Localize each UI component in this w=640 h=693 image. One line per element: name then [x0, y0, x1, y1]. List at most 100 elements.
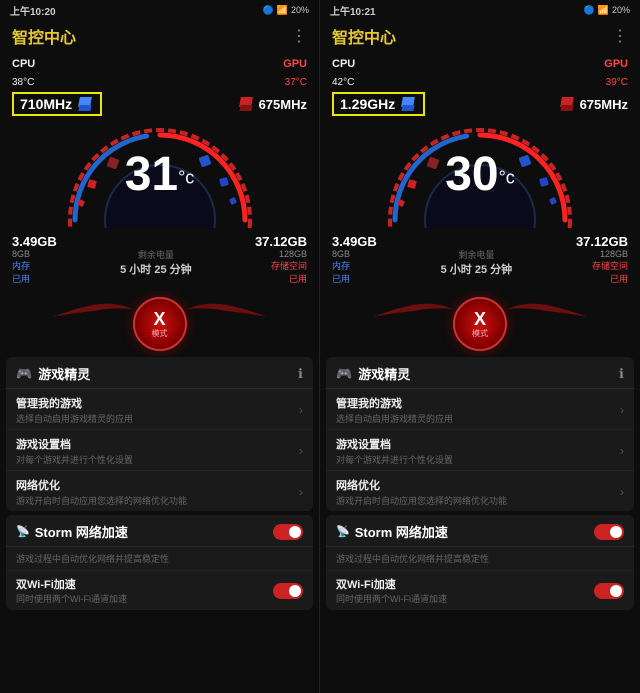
right-gpu-temp: 39°C: [606, 77, 628, 88]
left-x-mode-button[interactable]: X 模式: [133, 297, 187, 351]
left-gauge-area: 31°c: [12, 120, 307, 230]
right-chevron-1: ›: [620, 403, 624, 417]
left-storm-main-item: 游戏过程中自动优化网络并提高稳定性: [6, 547, 313, 571]
right-battery-time: 5 小时 25 分钟: [441, 261, 513, 277]
right-storm-toggle[interactable]: [594, 524, 624, 540]
right-network-opt-item[interactable]: 网络优化 游戏开启时自动应用您选择的网络优化功能 ›: [326, 471, 634, 511]
right-red-cube-icon: [558, 97, 576, 111]
right-manage-games-item[interactable]: 管理我的游戏 选择自动启用游戏精灵的应用 ›: [326, 389, 634, 430]
right-dual-wifi-toggle[interactable]: [594, 583, 624, 599]
left-phone-panel: 上午10:20 🔵 📶 20% 智控中心 ⋮ CPU 38°C GPU 37°C: [0, 0, 320, 693]
left-storm-title-row: 📡 Storm 网络加速: [16, 522, 128, 541]
left-mem-used: 3.49GB: [12, 234, 57, 249]
left-temp-display: 31°c: [125, 151, 195, 199]
left-gpu-label: GPU: [283, 58, 307, 70]
right-game-settings-item[interactable]: 游戏设置档 对每个游戏并进行个性化设置 ›: [326, 430, 634, 471]
left-x-label: 模式: [152, 328, 168, 339]
right-freq-row: 1.29GHz 675MHz: [332, 92, 628, 116]
left-network-opt-item[interactable]: 网络优化 游戏开启时自动应用您选择的网络优化功能 ›: [6, 471, 313, 511]
left-game-settings-title: 游戏设置档: [16, 436, 133, 452]
right-temperature: 30: [445, 148, 498, 201]
right-gpu-label: GPU: [604, 58, 628, 70]
left-cpu-section: CPU 38°C: [12, 54, 35, 90]
right-header: 智控中心 ⋮: [320, 20, 640, 50]
right-dual-wifi-desc: 同时使用两个Wi-Fi通道加速: [336, 592, 447, 605]
right-memory-block: 3.49GB 8GB 内存 已用: [332, 234, 377, 285]
right-status-bar: 上午10:21 🔵 📶 20%: [320, 0, 640, 20]
right-dual-wifi-title: 双Wi-Fi加速: [336, 576, 447, 592]
left-mem-label2: 已用: [12, 272, 57, 285]
right-wifi-icon: 📶: [598, 5, 609, 16]
left-game-fairy-title-row: 🎮 游戏精灵: [16, 364, 90, 383]
left-game-settings-item[interactable]: 游戏设置档 对每个游戏并进行个性化设置 ›: [6, 430, 313, 471]
right-x-mode-button[interactable]: X 模式: [453, 297, 507, 351]
left-info-icon[interactable]: ℹ: [298, 366, 303, 382]
left-memory-row: 3.49GB 8GB 内存 已用 剩余电量 5 小时 25 分钟 37.12GB…: [12, 234, 307, 285]
left-dual-wifi-desc: 同时使用两个Wi-Fi通道加速: [16, 592, 127, 605]
right-mem-used: 3.49GB: [332, 234, 377, 249]
left-status-bar: 上午10:20 🔵 📶 20%: [0, 0, 319, 20]
left-bluetooth-icon: 🔵: [263, 5, 274, 16]
right-storage-used: 37.12GB: [576, 234, 628, 249]
left-storage-block: 37.12GB 128GB 存储空间 已用: [255, 234, 307, 285]
right-game-fairy-title: 游戏精灵: [358, 364, 410, 383]
left-game-fairy-header: 🎮 游戏精灵 ℹ: [6, 357, 313, 389]
right-menu-button[interactable]: ⋮: [612, 26, 628, 46]
left-dual-wifi-toggle[interactable]: [273, 583, 303, 599]
right-mem-label2: 已用: [332, 272, 377, 285]
right-info-icon[interactable]: ℹ: [619, 366, 624, 382]
right-cpu-label: CPU: [332, 58, 355, 70]
left-manage-games-desc: 选择自动启用游戏精灵的应用: [16, 412, 133, 425]
right-phone-panel: 上午10:21 🔵 📶 20% 智控中心 ⋮ CPU 42°C GPU 39°C: [320, 0, 640, 693]
left-chevron-3: ›: [299, 485, 303, 499]
right-gpu-freq: 675MHz: [580, 97, 628, 112]
right-x-label: 模式: [472, 328, 488, 339]
right-mem-label: 内存: [332, 259, 377, 272]
left-chevron-2: ›: [299, 444, 303, 458]
left-cpu-gpu-row: CPU 38°C GPU 37°C: [12, 54, 307, 90]
left-gpu-freq: 675MHz: [259, 97, 307, 112]
right-header-title: 智控中心: [332, 24, 396, 48]
right-storm-main-desc: 游戏过程中自动优化网络并提高稳定性: [336, 552, 489, 565]
left-manage-games-item[interactable]: 管理我的游戏 选择自动启用游戏精灵的应用 ›: [6, 389, 313, 430]
right-cpu-freq: 1.29GHz: [340, 96, 395, 112]
left-blue-cube-icon: [76, 97, 94, 111]
left-gpu-section: GPU 37°C: [283, 54, 307, 90]
right-temp-unit: °c: [499, 168, 515, 188]
right-manage-games-desc: 选择自动启用游戏精灵的应用: [336, 412, 453, 425]
left-storage-label2: 已用: [255, 272, 307, 285]
left-dual-wifi-item[interactable]: 双Wi-Fi加速 同时使用两个Wi-Fi通道加速: [6, 571, 313, 610]
right-network-opt-title: 网络优化: [336, 477, 507, 493]
right-storm-wifi-icon: 📡: [336, 525, 350, 538]
left-x-icon: X: [153, 310, 165, 328]
left-manage-games-title: 管理我的游戏: [16, 395, 133, 411]
left-network-opt-title: 网络优化: [16, 477, 187, 493]
right-status-icons: 🔵 📶 20%: [584, 5, 630, 16]
right-network-opt-desc: 游戏开启时自动应用您选择的网络优化功能: [336, 494, 507, 507]
left-menu-button[interactable]: ⋮: [291, 26, 307, 46]
right-storm-main-item: 游戏过程中自动优化网络并提高稳定性: [326, 547, 634, 571]
right-storage-block: 37.12GB 128GB 存储空间 已用: [576, 234, 628, 285]
right-storm-title: Storm 网络加速: [355, 522, 448, 541]
left-mem-total: 8GB: [12, 249, 57, 259]
left-cpu-temp: 38°C: [12, 77, 34, 88]
left-temp-unit: °c: [178, 168, 194, 188]
left-storm-toggle[interactable]: [273, 524, 303, 540]
left-game-settings-desc: 对每个游戏并进行个性化设置: [16, 453, 133, 466]
right-battery-label: 剩余电量: [441, 248, 513, 261]
right-temp-display: 30°c: [445, 151, 515, 199]
left-network-opt-desc: 游戏开启时自动应用您选择的网络优化功能: [16, 494, 187, 507]
left-freq-row: 710MHz 675MHz: [12, 92, 307, 116]
left-header-title: 智控中心: [12, 24, 76, 48]
right-dashboard: CPU 42°C GPU 39°C 1.29GHz 675MHz: [320, 50, 640, 291]
right-gpu-freq-display: 675MHz: [558, 97, 628, 112]
right-manage-games-title: 管理我的游戏: [336, 395, 453, 411]
right-game-fairy-section: 🎮 游戏精灵 ℹ 管理我的游戏 选择自动启用游戏精灵的应用 › 游戏设置档 对每…: [326, 357, 634, 511]
right-battery-section: 剩余电量 5 小时 25 分钟: [441, 234, 513, 285]
right-x-mode-area: X 模式: [320, 297, 640, 351]
left-storm-section: 📡 Storm 网络加速 游戏过程中自动优化网络并提高稳定性 双Wi-Fi加速 …: [6, 515, 313, 610]
left-mem-label: 内存: [12, 259, 57, 272]
right-battery-icon: 20%: [612, 5, 630, 15]
right-dual-wifi-item[interactable]: 双Wi-Fi加速 同时使用两个Wi-Fi通道加速: [326, 571, 634, 610]
right-chevron-3: ›: [620, 485, 624, 499]
